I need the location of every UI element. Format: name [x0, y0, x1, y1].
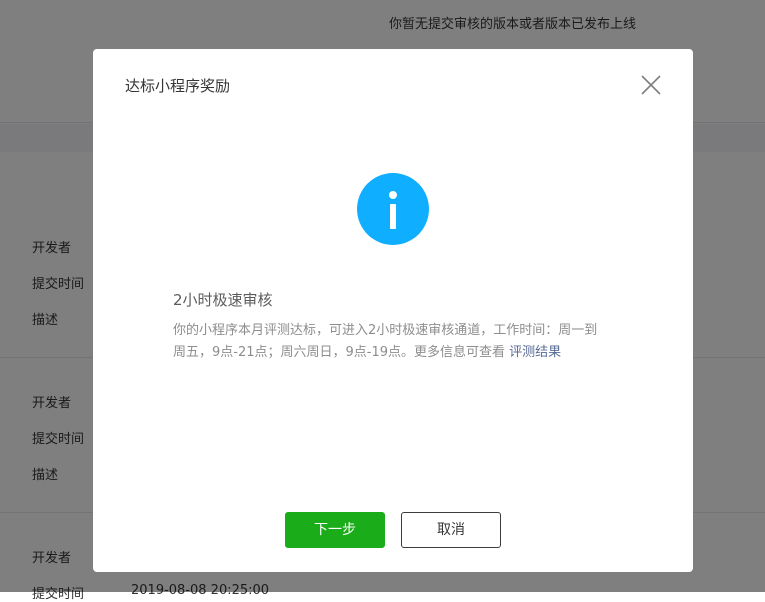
- info-icon: [357, 173, 429, 245]
- close-icon: [641, 75, 661, 95]
- reward-dialog: 达标小程序奖励 2小时极速审核 你的小程序本月评测达标，可进入2小时极速审核通道…: [93, 49, 693, 572]
- message-title: 2小时极速审核: [173, 291, 273, 309]
- close-button[interactable]: [639, 73, 663, 97]
- evaluation-result-link[interactable]: 评测结果: [509, 345, 561, 360]
- message-description: 你的小程序本月评测达标，可进入2小时极速审核通道，工作时间：周一到周五，9点-2…: [173, 320, 603, 364]
- dialog-title: 达标小程序奖励: [125, 77, 231, 95]
- cancel-button[interactable]: 取消: [401, 512, 501, 548]
- next-button[interactable]: 下一步: [285, 512, 385, 548]
